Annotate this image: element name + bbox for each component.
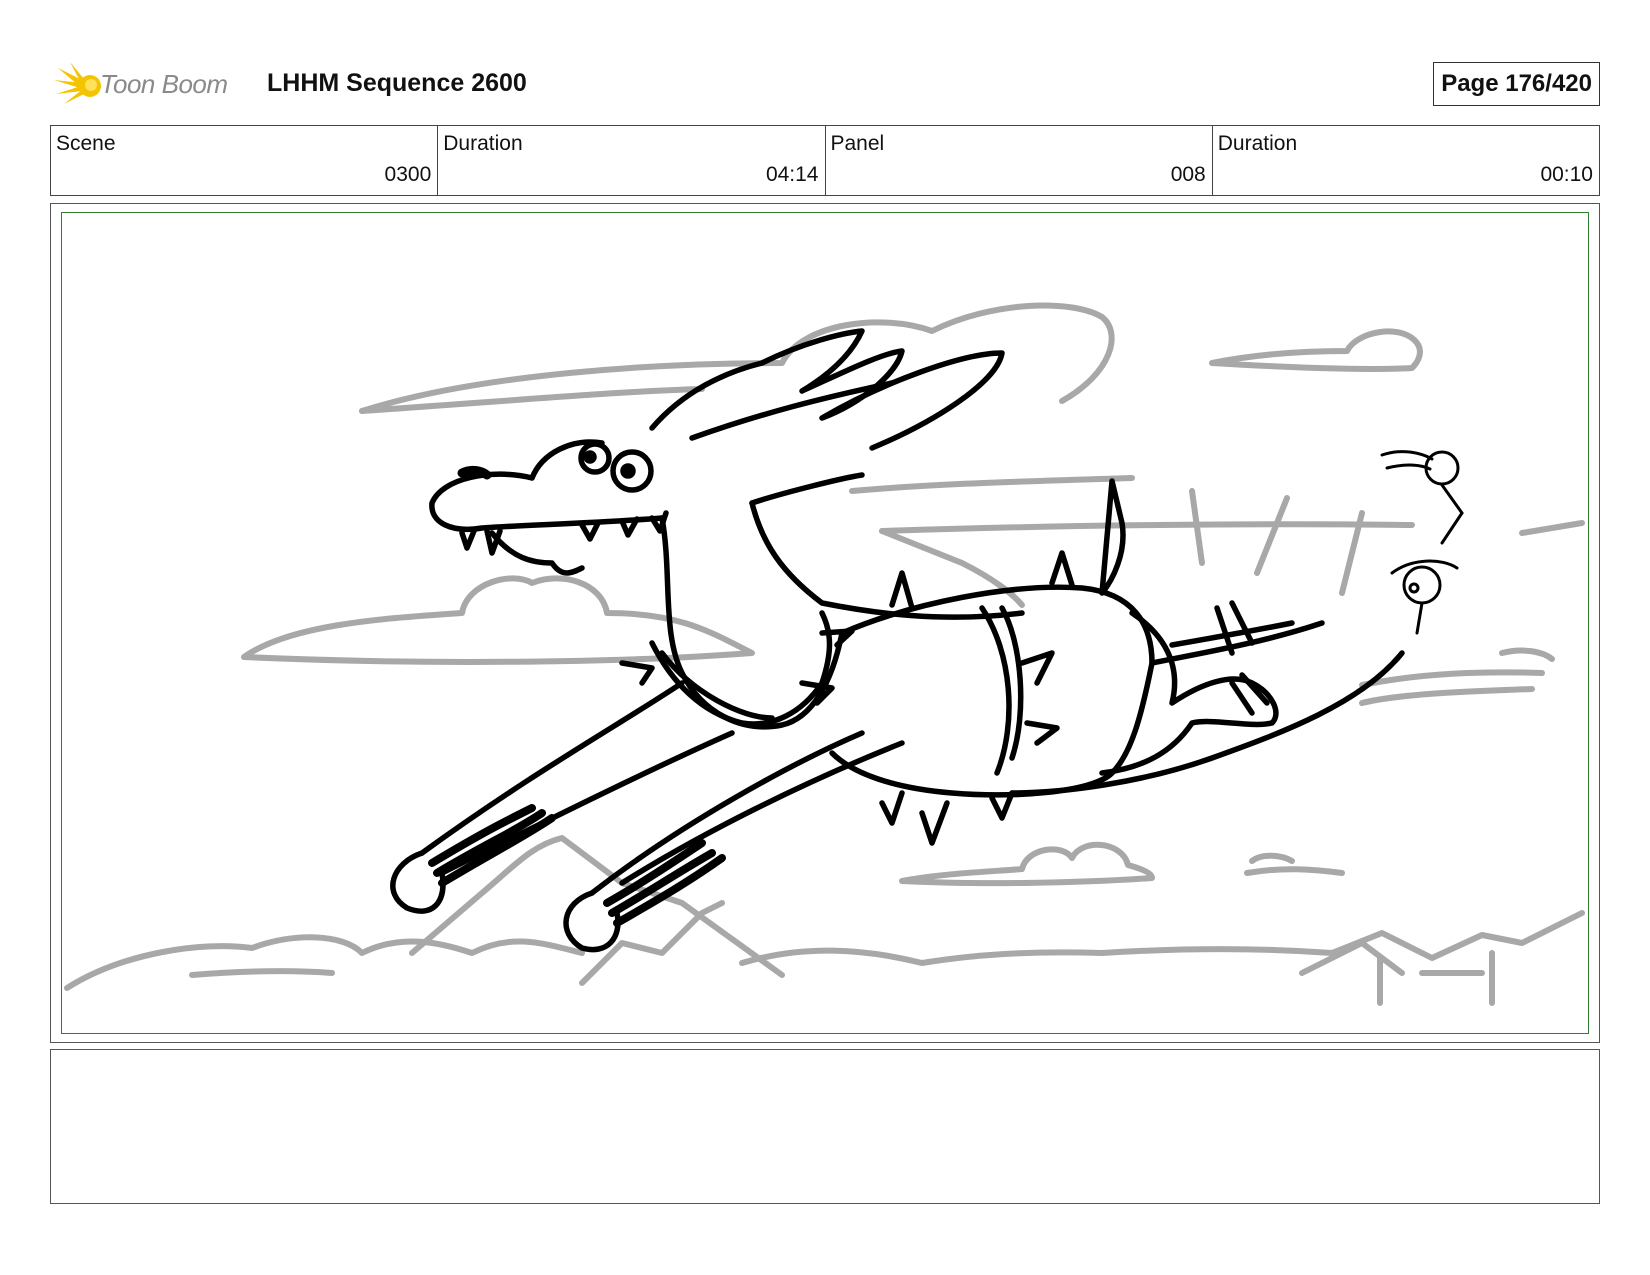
background-sketch	[64, 302, 1585, 1006]
creature-sketch	[390, 328, 1405, 953]
storyboard-panel	[50, 203, 1600, 1043]
panel-cell: Panel 008	[826, 126, 1213, 195]
panel-duration-label: Duration	[1217, 132, 1298, 155]
storyboard-sketch-image	[64, 302, 1585, 1006]
panel-duration-value: 00:10	[1540, 163, 1593, 186]
scene-value: 0300	[384, 163, 432, 186]
sequence-title: LHHM Sequence 2600	[267, 69, 527, 97]
panel-notes-box	[50, 1049, 1600, 1204]
logo-text: Toon Boom	[100, 68, 228, 99]
scene-label: Scene	[56, 132, 116, 155]
scene-cell: Scene 0300	[51, 126, 439, 195]
panel-value: 008	[1170, 163, 1206, 186]
page-header: Toon Boom LHHM Sequence 2600 Page 176/42…	[52, 58, 1600, 110]
panel-duration-cell: Duration 00:10	[1213, 126, 1599, 195]
safe-area-frame	[61, 212, 1589, 1034]
scene-duration-cell: Duration 04:14	[438, 126, 826, 195]
scene-info-table: Scene 0300 Duration 04:14 Panel 008 Dura…	[50, 125, 1600, 196]
panel-label: Panel	[830, 132, 885, 155]
page-number: Page 176/420	[1433, 62, 1600, 106]
starburst-icon	[54, 62, 101, 104]
scene-duration-label: Duration	[443, 132, 523, 155]
toon-boom-logo: Toon Boom	[52, 58, 252, 110]
scene-duration-value: 04:14	[765, 163, 819, 186]
small-characters-sketch	[1380, 450, 1464, 635]
